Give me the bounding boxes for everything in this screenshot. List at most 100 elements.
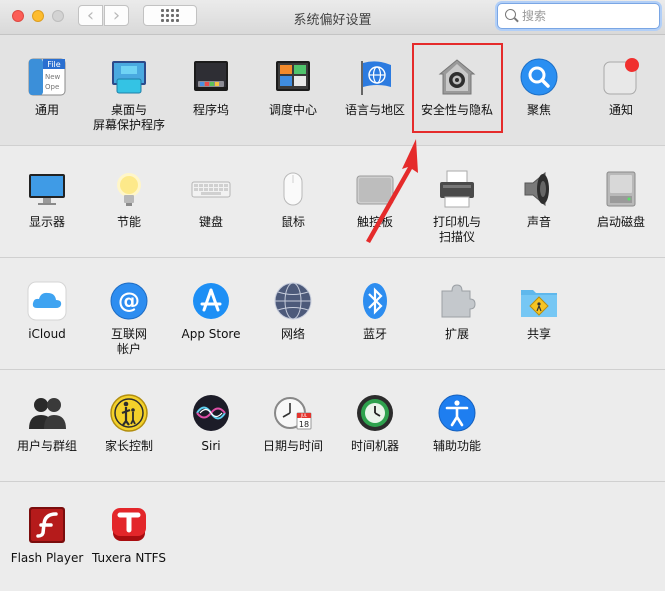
pref-label: 通用 <box>34 103 59 117</box>
pref-tuxera-ntfs[interactable]: Tuxera NTFS <box>88 505 170 566</box>
flash-player-icon <box>29 507 65 543</box>
spotlight-icon <box>520 58 558 96</box>
pref-label: 辅助功能 <box>432 439 481 453</box>
red-arrow-icon <box>366 139 418 243</box>
pref-label: 启动磁盘 <box>596 215 645 229</box>
pref-date-time[interactable]: JUL 18 日期与时间 <box>252 393 334 454</box>
pref-label: 聚焦 <box>526 103 551 117</box>
pref-label: 网络 <box>280 327 305 341</box>
pref-label: Siri <box>201 439 221 453</box>
pref-label: Flash Player <box>10 551 84 565</box>
pref-desktop-screensaver[interactable]: 桌面与 屏幕保护程序 <box>88 57 170 133</box>
pref-sound[interactable]: 声音 <box>498 169 580 230</box>
pref-printers-scanners[interactable]: 打印机与 扫描仪 <box>416 169 498 245</box>
pref-accessibility[interactable]: 辅助功能 <box>416 393 498 454</box>
pref-label: App Store <box>181 327 241 341</box>
pref-app-store[interactable]: App Store <box>170 281 252 342</box>
pref-label: 节能 <box>116 215 141 229</box>
divider <box>0 369 665 370</box>
pref-label: 声音 <box>526 215 551 229</box>
pref-startup-disk[interactable]: 启动磁盘 <box>580 169 662 230</box>
pref-general[interactable]: File New Ope 通用 <box>6 57 88 118</box>
pref-time-machine[interactable]: 时间机器 <box>334 393 416 454</box>
pref-label: 键盘 <box>198 215 223 229</box>
pref-internet-accounts[interactable]: @ 互联网 帐户 <box>88 281 170 357</box>
pref-label: 程序坞 <box>192 103 229 117</box>
pref-energy-saver[interactable]: 节能 <box>88 169 170 230</box>
pref-sharing[interactable]: 共享 <box>498 281 580 342</box>
lightbulb-icon <box>117 173 141 206</box>
desktop-icon <box>112 61 146 94</box>
pref-label: 语言与地区 <box>344 103 405 117</box>
keyboard-icon <box>191 181 231 198</box>
svg-text:@: @ <box>118 289 140 314</box>
pref-network[interactable]: 网络 <box>252 281 334 342</box>
mouse-icon <box>283 172 303 206</box>
notifications-icon <box>603 58 639 95</box>
puzzle-piece-icon <box>441 284 476 318</box>
icloud-icon <box>27 281 67 321</box>
at-sign-icon: @ <box>110 282 148 320</box>
svg-text:18: 18 <box>299 420 309 429</box>
display-icon <box>29 174 65 205</box>
pref-mission-control[interactable]: 调度中心 <box>252 57 334 118</box>
pref-label: 时间机器 <box>350 439 399 453</box>
pref-label: 鼠标 <box>280 215 305 229</box>
pref-spotlight[interactable]: 聚焦 <box>498 57 580 118</box>
pref-flash-player[interactable]: Flash Player <box>6 505 88 566</box>
pref-icloud[interactable]: iCloud <box>6 281 88 342</box>
pref-extensions[interactable]: 扩展 <box>416 281 498 342</box>
clock-calendar-icon: JUL 18 <box>274 397 312 430</box>
pref-notifications[interactable]: 通知 <box>580 57 662 118</box>
time-machine-icon <box>357 395 393 431</box>
svg-text:New: New <box>45 73 61 81</box>
sharing-folder-icon <box>521 290 557 317</box>
pref-mouse[interactable]: 鼠标 <box>252 169 334 230</box>
title-bar: ‹ › 系统偏好设置 <box>0 0 665 35</box>
hard-drive-icon <box>606 171 636 207</box>
search-field[interactable] <box>497 3 660 29</box>
search-input[interactable] <box>522 7 652 25</box>
mission-control-icon <box>276 61 310 91</box>
pref-label: 调度中心 <box>268 103 317 117</box>
pref-label: iCloud <box>28 327 66 341</box>
svg-text:Ope: Ope <box>45 83 59 91</box>
pref-label: 蓝牙 <box>362 327 387 341</box>
pref-label: 打印机与 扫描仪 <box>432 215 481 244</box>
pref-label: Tuxera NTFS <box>92 551 166 565</box>
pref-label: 家长控制 <box>104 439 153 453</box>
divider <box>0 145 665 146</box>
svg-text:File: File <box>47 60 60 69</box>
pref-displays[interactable]: 显示器 <box>6 169 88 230</box>
pref-parental-controls[interactable]: 家长控制 <box>88 393 170 454</box>
svg-text:JUL: JUL <box>300 413 308 418</box>
pref-dock[interactable]: 程序坞 <box>170 57 252 118</box>
pref-language-region[interactable]: 语言与地区 <box>334 57 416 118</box>
dock-icon <box>194 61 228 91</box>
tuxera-icon <box>112 508 146 541</box>
divider <box>0 257 665 258</box>
siri-icon <box>193 395 229 431</box>
general-icon: File New Ope <box>28 58 66 96</box>
pref-label: 用户与群组 <box>16 439 77 453</box>
pref-label: 桌面与 屏幕保护程序 <box>92 103 165 132</box>
pref-siri[interactable]: Siri <box>170 393 252 454</box>
pref-label: 共享 <box>526 327 551 341</box>
accessibility-icon <box>438 394 476 432</box>
users-icon <box>29 398 66 429</box>
pref-label: 扩展 <box>444 327 469 341</box>
pref-bluetooth[interactable]: 蓝牙 <box>334 281 416 342</box>
network-globe-icon <box>274 282 312 320</box>
parental-controls-icon <box>110 394 148 432</box>
pref-users-groups[interactable]: 用户与群组 <box>6 393 88 454</box>
highlight-box <box>412 43 503 133</box>
search-icon <box>505 9 516 20</box>
speaker-icon <box>524 171 549 207</box>
pref-label: 互联网 帐户 <box>110 327 147 356</box>
pref-label: 日期与时间 <box>262 439 323 453</box>
app-store-icon <box>193 283 229 319</box>
pref-keyboard[interactable]: 键盘 <box>170 169 252 230</box>
pref-label: 显示器 <box>28 215 65 229</box>
pref-label: 通知 <box>608 103 633 117</box>
divider <box>0 481 665 482</box>
